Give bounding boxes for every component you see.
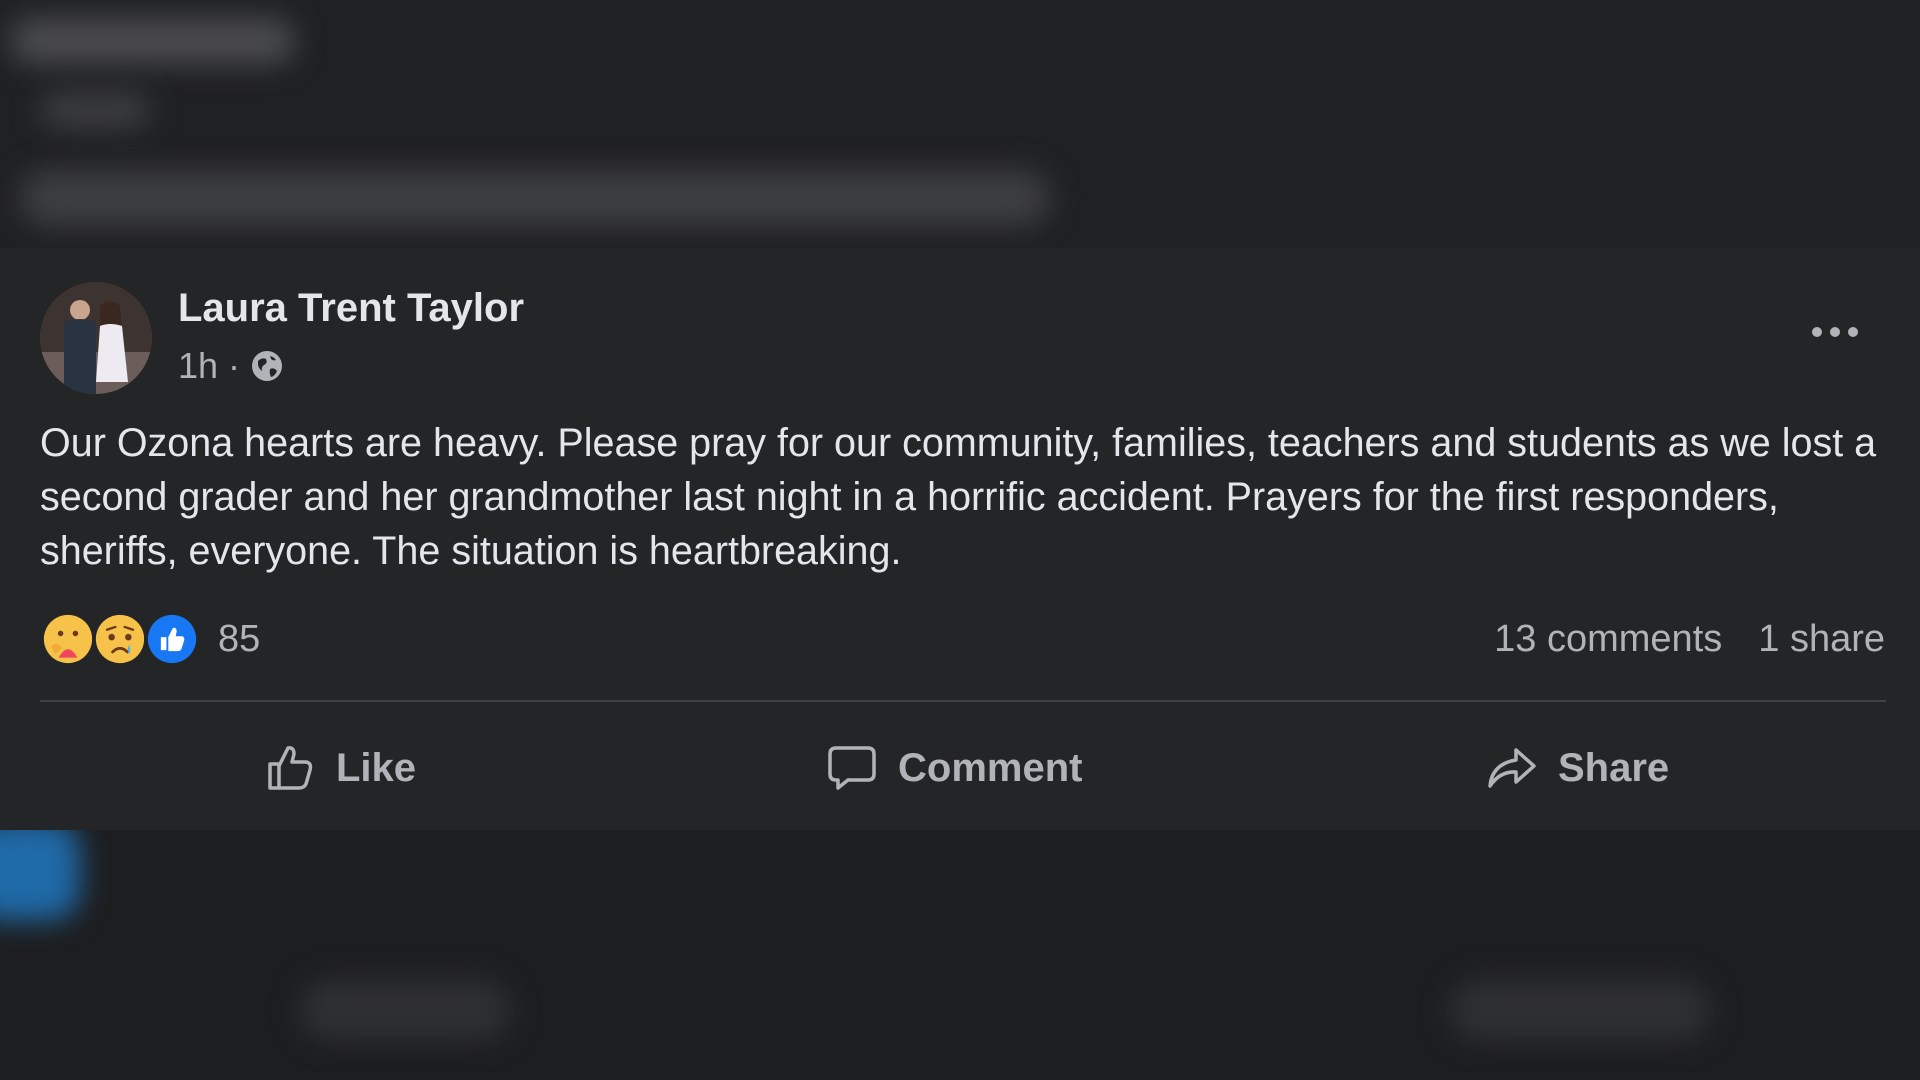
reactions-summary[interactable]: 85 <box>40 611 260 667</box>
share-label: Share <box>1558 745 1670 790</box>
blurred-next-post <box>0 830 1920 1080</box>
share-button[interactable]: Share <box>1484 728 1669 808</box>
like-reaction-icon <box>144 611 200 667</box>
more-options-button[interactable] <box>1800 308 1870 356</box>
like-label: Like <box>336 745 417 790</box>
author-avatar[interactable] <box>40 282 152 394</box>
like-button[interactable]: Like <box>262 728 416 808</box>
globe-icon <box>250 349 284 383</box>
author-name[interactable]: Laura Trent Taylor <box>178 286 524 331</box>
comments-count[interactable]: 13 comments <box>1494 618 1722 661</box>
like-icon <box>268 746 313 790</box>
comment-label: Comment <box>898 745 1083 790</box>
post-meta: 1h · <box>178 344 284 388</box>
post-stats: 13 comments 1 share <box>1494 611 1885 667</box>
more-options-icon <box>1812 327 1858 337</box>
post-card: Laura Trent Taylor 1h · Our Ozona hearts… <box>0 248 1920 830</box>
meta-separator: · <box>228 345 241 386</box>
shares-count[interactable]: 1 share <box>1758 618 1885 661</box>
care-reaction-icon <box>40 611 96 667</box>
divider <box>40 700 1886 702</box>
reaction-count: 85 <box>218 617 261 660</box>
comment-button[interactable]: Comment <box>824 728 1082 808</box>
comment-icon <box>828 746 876 790</box>
post-text: Our Ozona hearts are heavy. Please pray … <box>40 421 1877 573</box>
blurred-previous-post <box>0 0 1920 248</box>
sad-reaction-icon <box>92 611 148 667</box>
post-timestamp[interactable]: 1h <box>178 345 218 387</box>
screen: Laura Trent Taylor 1h · Our Ozona hearts… <box>0 0 1920 1080</box>
share-icon <box>1488 748 1536 788</box>
